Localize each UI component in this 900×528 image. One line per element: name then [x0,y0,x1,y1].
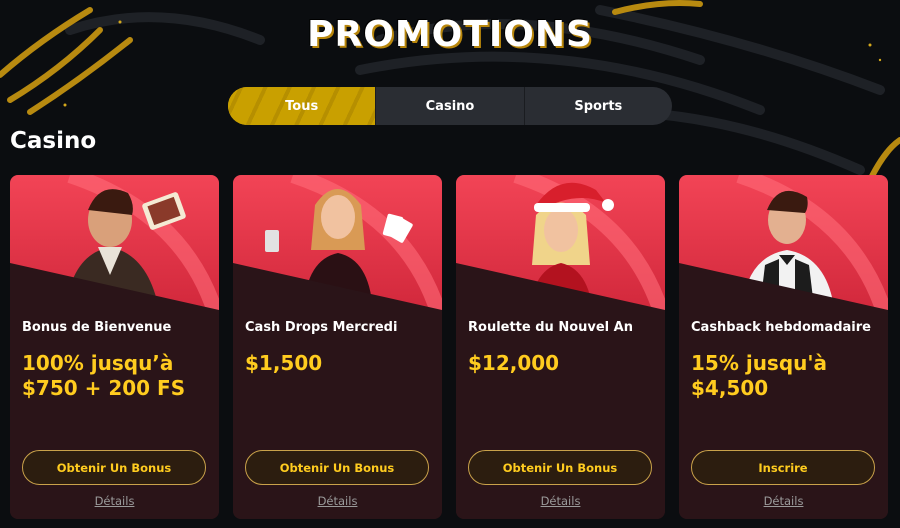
promotion-cards: Bonus de Bienvenue 100% jusqu’à $750 + 2… [10,175,888,519]
card-amount: $12,000 [468,351,560,375]
tab-casino[interactable]: Casino [376,87,525,125]
details-link[interactable]: Détails [10,494,219,508]
register-button[interactable]: Inscrire [691,450,875,485]
get-bonus-button[interactable]: Obtenir Un Bonus [468,450,652,485]
promotion-card-welcome-bonus: Bonus de Bienvenue 100% jusqu’à $750 + 2… [10,175,219,519]
card-title: Bonus de Bienvenue [22,320,172,335]
details-link[interactable]: Détails [679,494,888,508]
card-title: Roulette du Nouvel An [468,320,633,335]
card-amount: 15% jusqu'à $4,500 [691,351,828,400]
promotion-card-weekly-cashback: Cashback hebdomadaire 15% jusqu'à $4,500… [679,175,888,519]
card-title: Cashback hebdomadaire [691,320,871,335]
tab-sports[interactable]: Sports [525,87,672,125]
details-link[interactable]: Détails [456,494,665,508]
section-title: Casino [10,128,97,154]
card-amount: 100% jusqu’à $750 + 200 FS [22,351,186,400]
card-title: Cash Drops Mercredi [245,320,398,335]
promotion-card-new-year-roulette: Roulette du Nouvel An $12,000 Obtenir Un… [456,175,665,519]
promotion-tabs: Tous Casino Sports [228,87,672,125]
details-link[interactable]: Détails [233,494,442,508]
card-amount: $1,500 [245,351,323,375]
page-title: PROMOTIONS [307,14,593,55]
promotion-card-cash-drops: Cash Drops Mercredi $1,500 Obtenir Un Bo… [233,175,442,519]
get-bonus-button[interactable]: Obtenir Un Bonus [22,450,206,485]
get-bonus-button[interactable]: Obtenir Un Bonus [245,450,429,485]
tab-tous[interactable]: Tous [228,87,377,125]
